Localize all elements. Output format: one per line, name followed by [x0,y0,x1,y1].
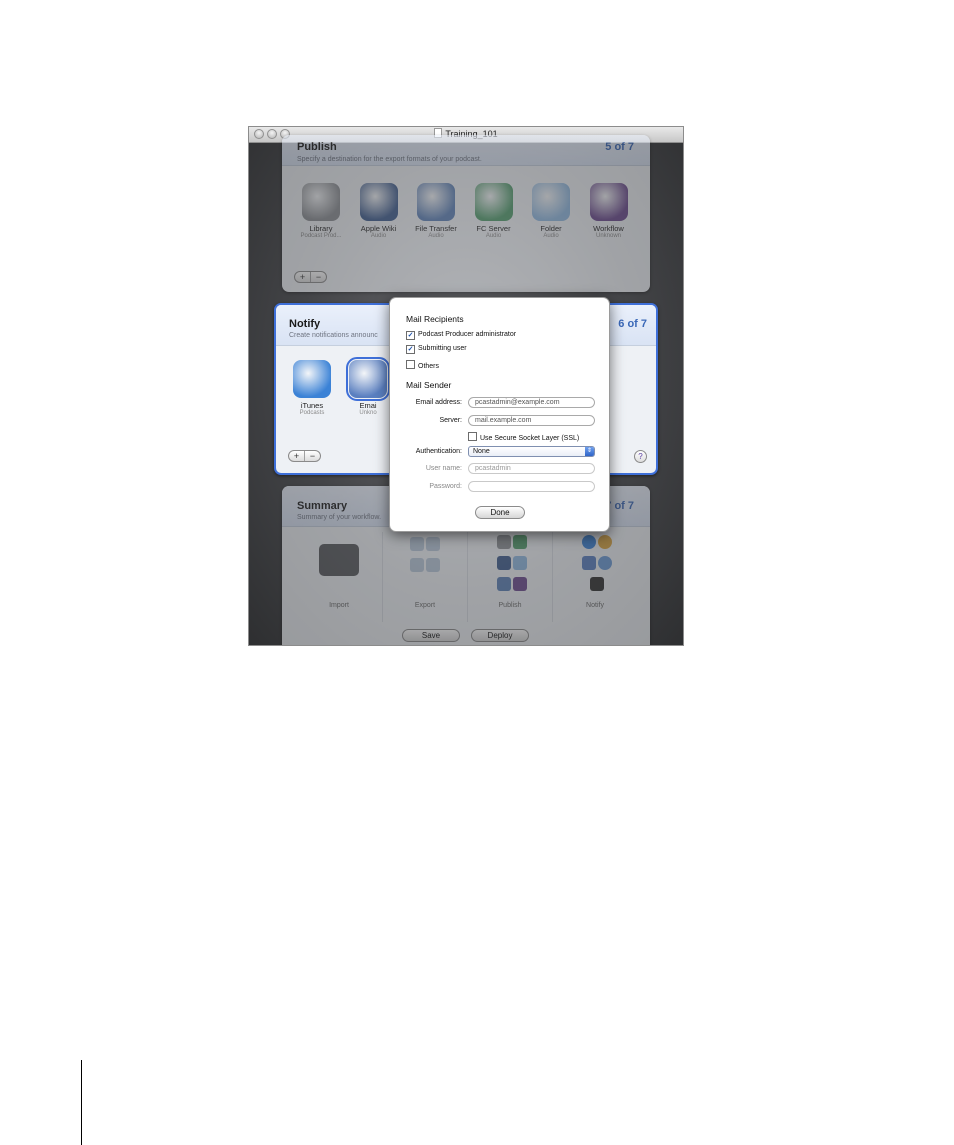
publish-service-subtitle: Unknown [595,233,621,239]
camcorder-icon [319,544,359,576]
help-button[interactable]: ? [634,450,647,463]
mail-recipients-heading: Mail Recipients [406,314,464,324]
user-name-label: User name: [425,465,462,472]
publish-service-1[interactable]: Apple Wiki Audio [350,183,408,239]
ssl-row[interactable]: Use Secure Socket Layer (SSL) [468,432,579,442]
publish-service-subtitle: Audio [370,233,387,239]
mail-sender-heading: Mail Sender [406,380,452,390]
notify-service-subtitle: Podcasts [299,410,325,416]
summary-import-label: Import [329,602,349,609]
notify-remove-button[interactable]: − [304,451,320,461]
publish-add-button[interactable]: + [295,272,310,282]
password-field[interactable] [468,481,595,492]
notify-add-remove: + − [288,450,321,462]
publish-service-3[interactable]: FC Server Audio [465,183,523,239]
notify-title: Notify [289,318,321,330]
ssl-checkbox[interactable] [468,432,477,441]
summary-notify[interactable]: Notify [552,532,637,622]
itunes-icon [293,360,331,398]
recipient-others-label: Others [418,363,440,370]
popup-arrows-icon: ⇕ [585,447,594,456]
recipient-admin-checkbox[interactable]: ✓ [406,331,415,340]
publish-destinations-icon [488,534,536,597]
publish-service-name: Library [309,224,333,233]
publish-panel[interactable]: Publish Specify a destination for the ex… [282,135,650,292]
fc-server-icon [474,183,513,221]
summary-export-label: Export [414,602,436,609]
wiki-icon [359,183,398,221]
authentication-popup[interactable]: None ⇕ [468,446,595,457]
summary-publish-label: Publish [498,602,522,609]
notify-targets-icon [573,534,621,597]
ssl-label: Use Secure Socket Layer (SSL) [480,435,580,442]
deploy-button[interactable]: Deploy [471,629,529,642]
summary-import[interactable]: Import [297,532,381,622]
publish-service-name: Folder [540,224,562,233]
publish-subtitle: Specify a destination for the export for… [297,156,482,163]
folder-icon [532,183,570,221]
publish-service-0[interactable]: Library Podcast Prod... [292,183,350,239]
password-label: Password: [429,483,462,490]
publish-service-name: Workflow [593,224,624,233]
authentication-value: None [473,448,490,455]
email-icon [346,357,390,401]
publish-service-4[interactable]: Folder Audio [522,183,580,239]
publish-service-2[interactable]: File Transfer Audio [407,183,465,239]
publish-header: Publish Specify a destination for the ex… [282,135,650,166]
publish-service-name: FC Server [476,224,511,233]
notify-subtitle: Create notifications announc [289,332,378,339]
save-button[interactable]: Save [402,629,460,642]
recipient-admin-row[interactable]: ✓ Podcast Producer administrator [406,331,516,340]
mail-settings-dialog: Mail Recipients ✓ Podcast Producer admini… [389,297,610,532]
user-name-field[interactable]: pcastadmin [468,463,595,474]
recipient-submitter-row[interactable]: ✓ Submitting user [406,345,467,354]
workflow-canvas: Publish Specify a destination for the ex… [249,135,683,645]
notify-add-button[interactable]: + [289,451,304,461]
recipient-submitter-checkbox[interactable]: ✓ [406,345,415,354]
server-label: Server: [439,417,462,424]
notify-step: 6 of 7 [618,318,647,330]
publish-service-subtitle: Audio [543,233,559,239]
workflow-icon [589,183,628,221]
summary-publish[interactable]: Publish [467,532,552,622]
publish-add-remove: + − [294,271,327,283]
recipient-admin-label: Podcast Producer administrator [418,331,517,338]
file-transfer-icon [417,183,455,221]
summary-notify-label: Notify [586,602,604,609]
publish-service-subtitle: Audio [428,233,444,239]
notify-service-name: iTunes [300,401,324,410]
app-window: Training_101 Publish Specify a destinati… [249,127,683,645]
summary-export[interactable]: Export [382,532,467,622]
recipient-others-row[interactable]: Others [406,360,439,370]
publish-service-subtitle: Podcast Prod... [300,233,342,239]
authentication-label: Authentication: [415,448,462,455]
recipient-others-checkbox[interactable] [406,360,415,369]
email-address-label: Email address: [415,399,462,406]
email-address-field[interactable]: pcastadmin@example.com [468,397,595,408]
recipient-submitter-label: Submitting user [418,345,467,352]
publish-step: 5 of 7 [605,141,634,153]
publish-remove-button[interactable]: − [310,272,326,282]
done-button[interactable]: Done [475,506,525,519]
server-field[interactable]: mail.example.com [468,415,595,426]
export-formats-icon [401,536,449,578]
page-margin-rule [81,1060,82,1145]
publish-service-subtitle: Audio [485,233,502,239]
library-icon [302,183,340,221]
publish-service-name: Apple Wiki [360,224,397,233]
publish-service-5[interactable]: Workflow Unknown [580,183,638,239]
publish-service-name: File Transfer [415,224,457,233]
publish-title: Publish [297,141,337,153]
notify-service-0[interactable]: iTunes Podcasts [283,360,341,416]
